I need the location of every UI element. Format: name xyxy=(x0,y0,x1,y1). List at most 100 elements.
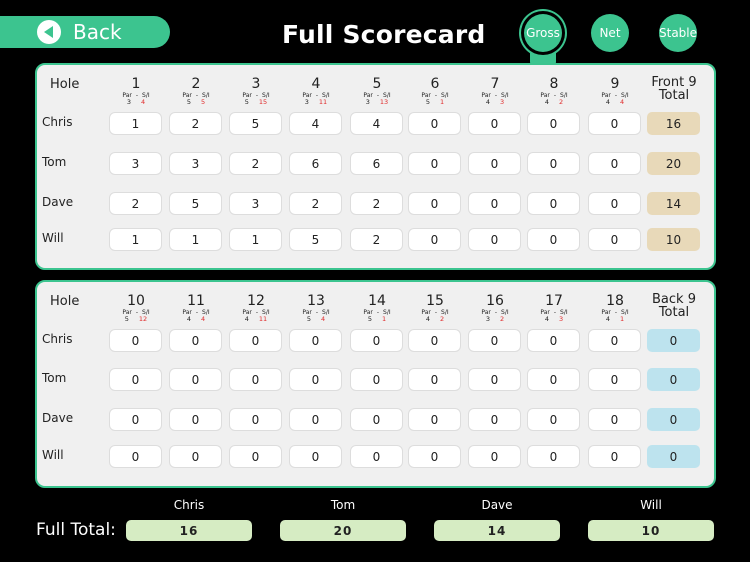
nine-total-header-line2: Total xyxy=(658,305,690,320)
score-input[interactable]: 0 xyxy=(468,368,521,391)
score-input[interactable]: 1 xyxy=(109,112,162,135)
par-value: 4 xyxy=(186,315,191,323)
back-button-label: Back xyxy=(73,20,122,44)
score-input[interactable]: 0 xyxy=(588,368,641,391)
score-input[interactable]: 2 xyxy=(350,192,403,215)
score-input[interactable]: 0 xyxy=(468,329,521,352)
mode-gross-button[interactable]: Gross xyxy=(524,14,562,52)
score-input[interactable]: 2 xyxy=(109,192,162,215)
nine-total-header-line2: Total xyxy=(658,88,690,103)
score-input[interactable]: 0 xyxy=(527,228,580,251)
score-input[interactable]: 6 xyxy=(289,152,342,175)
score-input[interactable]: 0 xyxy=(350,368,403,391)
score-input[interactable]: 0 xyxy=(468,228,521,251)
score-input[interactable]: 0 xyxy=(527,112,580,135)
score-input[interactable]: 0 xyxy=(527,192,580,215)
score-input[interactable]: 6 xyxy=(350,152,403,175)
score-input[interactable]: 0 xyxy=(468,445,521,468)
par-value: 4 xyxy=(544,315,549,323)
score-input[interactable]: 0 xyxy=(289,445,342,468)
back-button[interactable]: Back xyxy=(0,16,170,48)
score-input[interactable]: 4 xyxy=(350,112,403,135)
hole-header: 10 Par - S/I 5 12 xyxy=(108,293,164,323)
score-input[interactable]: 0 xyxy=(408,445,461,468)
score-input[interactable]: 0 xyxy=(588,329,641,352)
score-input[interactable]: 0 xyxy=(289,408,342,431)
score-input[interactable]: 0 xyxy=(408,192,461,215)
score-input[interactable]: 0 xyxy=(468,112,521,135)
nine-total-value: 0 xyxy=(647,368,700,391)
full-total-player-name: Dave xyxy=(481,498,513,512)
score-input[interactable]: 0 xyxy=(527,152,580,175)
score-input[interactable]: 0 xyxy=(527,408,580,431)
score-input[interactable]: 0 xyxy=(408,368,461,391)
score-input[interactable]: 0 xyxy=(408,408,461,431)
score-input[interactable]: 0 xyxy=(588,152,641,175)
score-input[interactable]: 0 xyxy=(408,152,461,175)
score-input[interactable]: 0 xyxy=(109,408,162,431)
score-input[interactable]: 2 xyxy=(169,112,222,135)
hole-header: 15 Par - S/I 4 2 xyxy=(407,293,463,323)
score-input[interactable]: 0 xyxy=(588,408,641,431)
score-input[interactable]: 4 xyxy=(289,112,342,135)
score-input[interactable]: 0 xyxy=(169,368,222,391)
stroke-index-value: 3 xyxy=(559,315,564,323)
score-input[interactable]: 1 xyxy=(109,228,162,251)
stroke-index-value: 3 xyxy=(500,98,505,106)
score-input[interactable]: 3 xyxy=(229,192,282,215)
score-input[interactable]: 0 xyxy=(527,329,580,352)
par-value: 4 xyxy=(485,98,490,106)
mode-net-button[interactable]: Net xyxy=(591,14,629,52)
score-input[interactable]: 0 xyxy=(527,445,580,468)
score-input[interactable]: 0 xyxy=(408,329,461,352)
score-input[interactable]: 1 xyxy=(229,228,282,251)
score-input[interactable]: 0 xyxy=(229,445,282,468)
score-input[interactable]: 0 xyxy=(109,329,162,352)
score-input[interactable]: 0 xyxy=(229,329,282,352)
par-si-values: 4 4 xyxy=(168,316,224,323)
score-input[interactable]: 5 xyxy=(289,228,342,251)
hole-number: 2 xyxy=(191,76,201,92)
score-input[interactable]: 5 xyxy=(169,192,222,215)
score-input[interactable]: 0 xyxy=(588,112,641,135)
par-si-values: 5 5 xyxy=(168,99,224,106)
score-input[interactable]: 0 xyxy=(350,445,403,468)
score-input[interactable]: 0 xyxy=(468,152,521,175)
score-input[interactable]: 5 xyxy=(229,112,282,135)
score-input[interactable]: 2 xyxy=(229,152,282,175)
score-input[interactable]: 3 xyxy=(169,152,222,175)
score-input[interactable]: 3 xyxy=(109,152,162,175)
hole-number: 9 xyxy=(610,76,620,92)
score-input[interactable]: 0 xyxy=(468,408,521,431)
hole-header: 8 Par - S/I 4 2 xyxy=(526,76,582,106)
score-input[interactable]: 0 xyxy=(527,368,580,391)
score-input[interactable]: 0 xyxy=(289,329,342,352)
score-input[interactable]: 0 xyxy=(109,445,162,468)
par-value: 3 xyxy=(485,315,490,323)
score-input[interactable]: 0 xyxy=(408,112,461,135)
score-input[interactable]: 0 xyxy=(109,368,162,391)
score-input[interactable]: 0 xyxy=(468,192,521,215)
hole-number: 15 xyxy=(426,293,444,309)
score-input[interactable]: 0 xyxy=(350,329,403,352)
score-input[interactable]: 2 xyxy=(289,192,342,215)
score-input[interactable]: 0 xyxy=(229,368,282,391)
mode-stable-button[interactable]: Stable xyxy=(659,14,697,52)
score-input[interactable]: 0 xyxy=(169,408,222,431)
separator: - xyxy=(553,92,557,99)
score-input[interactable]: 0 xyxy=(588,445,641,468)
score-input[interactable]: 0 xyxy=(169,445,222,468)
hole-header: 14 Par - S/I 5 1 xyxy=(349,293,405,323)
score-input[interactable]: 0 xyxy=(229,408,282,431)
score-input[interactable]: 2 xyxy=(350,228,403,251)
score-input[interactable]: 0 xyxy=(169,329,222,352)
score-input[interactable]: 0 xyxy=(350,408,403,431)
par-si-label: Par - S/I xyxy=(108,309,164,316)
separator: - xyxy=(494,309,498,316)
score-input[interactable]: 0 xyxy=(588,192,641,215)
score-input[interactable]: 0 xyxy=(408,228,461,251)
score-input[interactable]: 1 xyxy=(169,228,222,251)
score-input[interactable]: 0 xyxy=(289,368,342,391)
score-input[interactable]: 0 xyxy=(588,228,641,251)
separator: - xyxy=(434,92,438,99)
